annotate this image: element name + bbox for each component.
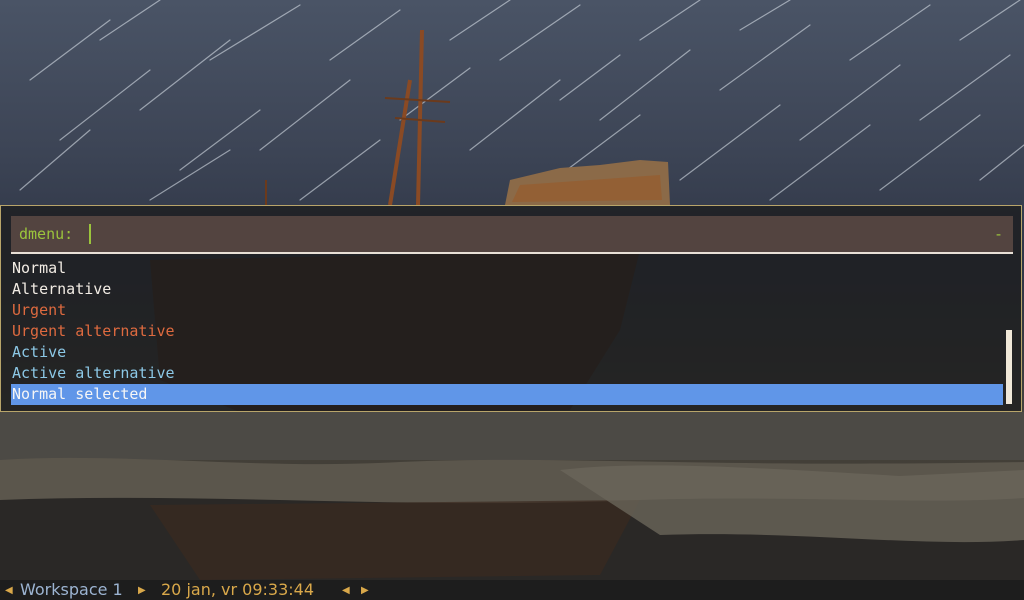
workspace-label[interactable]: Workspace 1 xyxy=(20,580,123,600)
dmenu-input-bar[interactable]: dmenu: - xyxy=(11,216,1013,252)
triangle-right-icon[interactable]: ▶ xyxy=(138,580,146,600)
triangle-left-icon[interactable]: ◀ xyxy=(5,580,13,600)
dmenu-scrollbar[interactable] xyxy=(1006,330,1012,404)
dmenu-entry-list: Normal Alternative Urgent Urgent alterna… xyxy=(11,258,1003,405)
triangle-left-icon[interactable]: ◀ xyxy=(342,580,350,600)
list-item-alternative[interactable]: Alternative xyxy=(11,279,1003,300)
list-item-normal-selected[interactable]: Normal selected xyxy=(11,384,1003,405)
list-item-active[interactable]: Active xyxy=(11,342,1003,363)
list-item-normal[interactable]: Normal xyxy=(11,258,1003,279)
dmenu-separator xyxy=(11,252,1013,254)
dmenu-prompt: dmenu: xyxy=(19,225,74,243)
status-bar: ◀ Workspace 1 ▶ 20 jan, vr 09:33:44 ◀ ▶ xyxy=(0,580,1024,600)
list-item-urgent[interactable]: Urgent xyxy=(11,300,1003,321)
text-cursor xyxy=(89,224,91,244)
triangle-right-icon[interactable]: ▶ xyxy=(361,580,369,600)
list-item-active-alternative[interactable]: Active alternative xyxy=(11,363,1003,384)
dmenu-launcher: dmenu: - Normal Alternative Urgent Urgen… xyxy=(0,205,1022,412)
dmenu-case-indicator: - xyxy=(993,225,1003,243)
list-item-urgent-alternative[interactable]: Urgent alternative xyxy=(11,321,1003,342)
clock-display: 20 jan, vr 09:33:44 xyxy=(161,580,314,599)
